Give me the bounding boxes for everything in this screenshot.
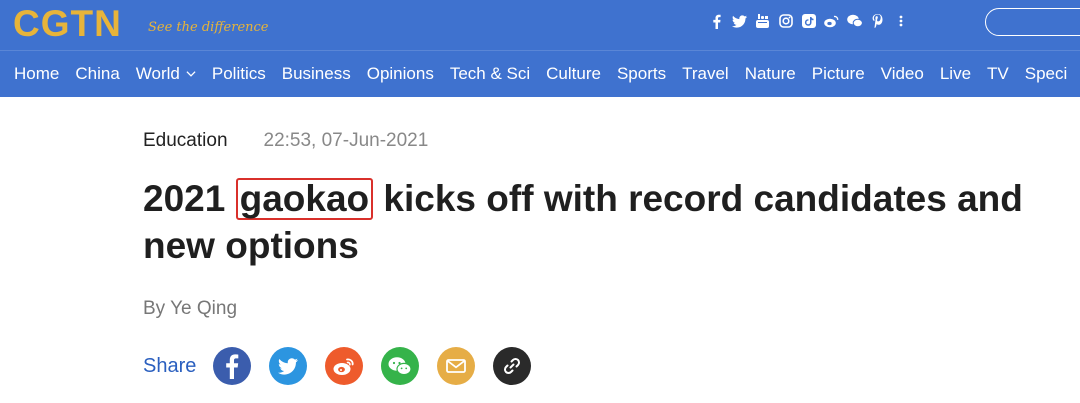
tagline: See the difference [148, 20, 269, 35]
nav-item-label: TV [987, 64, 1009, 83]
nav-item-label: Opinions [366, 64, 434, 83]
weibo-icon[interactable] [325, 347, 364, 385]
wechat-icon[interactable] [843, 9, 866, 33]
nav-item-label: Home [14, 64, 60, 83]
pinterest-icon[interactable] [866, 9, 889, 33]
article-headline: 2021 gaokao kicks off with record candid… [143, 175, 1063, 269]
social-links [705, 9, 912, 33]
nav-item-label: World [135, 64, 180, 83]
share-label: Share [143, 354, 197, 377]
nav-item-label: Politics [211, 64, 266, 83]
more-icon[interactable] [889, 9, 912, 33]
tiktok-icon[interactable] [797, 9, 820, 33]
nav-item-nature[interactable]: Nature [745, 64, 796, 84]
nav-item-travel[interactable]: Travel [682, 64, 729, 84]
nav-item-home[interactable]: Home [14, 64, 59, 84]
twitter-icon[interactable] [728, 9, 751, 33]
nav-item-culture[interactable]: Culture [546, 64, 601, 84]
link-icon[interactable] [493, 347, 532, 385]
youtube-icon[interactable] [751, 9, 774, 33]
search-input[interactable] [985, 8, 1080, 36]
nav-item-label: Picture [811, 64, 865, 83]
nav-item-label: Tech & Sci [449, 64, 531, 83]
category-label[interactable]: Education [143, 130, 228, 152]
cgtn-logo[interactable]: CGTN [13, 4, 122, 44]
nav-item-label: Live [939, 64, 972, 83]
nav-item-label: Video [880, 64, 924, 83]
nav-item-tech-sci[interactable]: Tech & Sci [450, 64, 530, 84]
nav-item-opinions[interactable]: Opinions [367, 64, 434, 84]
nav-item-label: China [75, 64, 120, 83]
email-icon[interactable] [437, 347, 476, 385]
facebook-icon[interactable] [213, 347, 252, 385]
weibo-icon[interactable] [820, 9, 843, 33]
highlighted-keyword: gaokao [235, 178, 374, 220]
nav-item-speci[interactable]: Speci [1025, 64, 1068, 84]
twitter-icon[interactable] [269, 347, 308, 385]
publish-timestamp: 22:53, 07-Jun-2021 [263, 130, 429, 151]
nav-item-china[interactable]: China [75, 64, 119, 84]
nav-item-tv[interactable]: TV [987, 64, 1009, 84]
byline: By Ye Qing [143, 298, 238, 319]
article-meta: Education 22:53, 07-Jun-2021 [143, 130, 428, 152]
nav-item-picture[interactable]: Picture [812, 64, 865, 84]
nav-item-label: Sports [616, 64, 667, 83]
wechat-icon[interactable] [381, 347, 420, 385]
facebook-icon[interactable] [705, 9, 728, 33]
nav-item-label: Speci [1024, 64, 1068, 83]
site-header: CGTN See the difference [0, 0, 1080, 50]
instagram-icon[interactable] [774, 9, 797, 33]
nav-item-sports[interactable]: Sports [617, 64, 666, 84]
headline-prefix: 2021 [143, 178, 226, 219]
nav-item-world[interactable]: World [136, 64, 196, 84]
nav-item-business[interactable]: Business [282, 64, 351, 84]
nav-item-label: Culture [546, 64, 601, 83]
nav-item-video[interactable]: Video [881, 64, 924, 84]
chevron-down-icon [186, 71, 196, 77]
nav-item-live[interactable]: Live [940, 64, 971, 84]
nav-item-label: Nature [744, 64, 796, 83]
share-bar: Share [143, 347, 549, 385]
nav-item-label: Travel [682, 64, 729, 83]
main-nav: Home China World Politics Business Opinions Te… [0, 50, 1080, 97]
nav-item-label: Business [281, 64, 351, 83]
nav-item-politics[interactable]: Politics [212, 64, 266, 84]
